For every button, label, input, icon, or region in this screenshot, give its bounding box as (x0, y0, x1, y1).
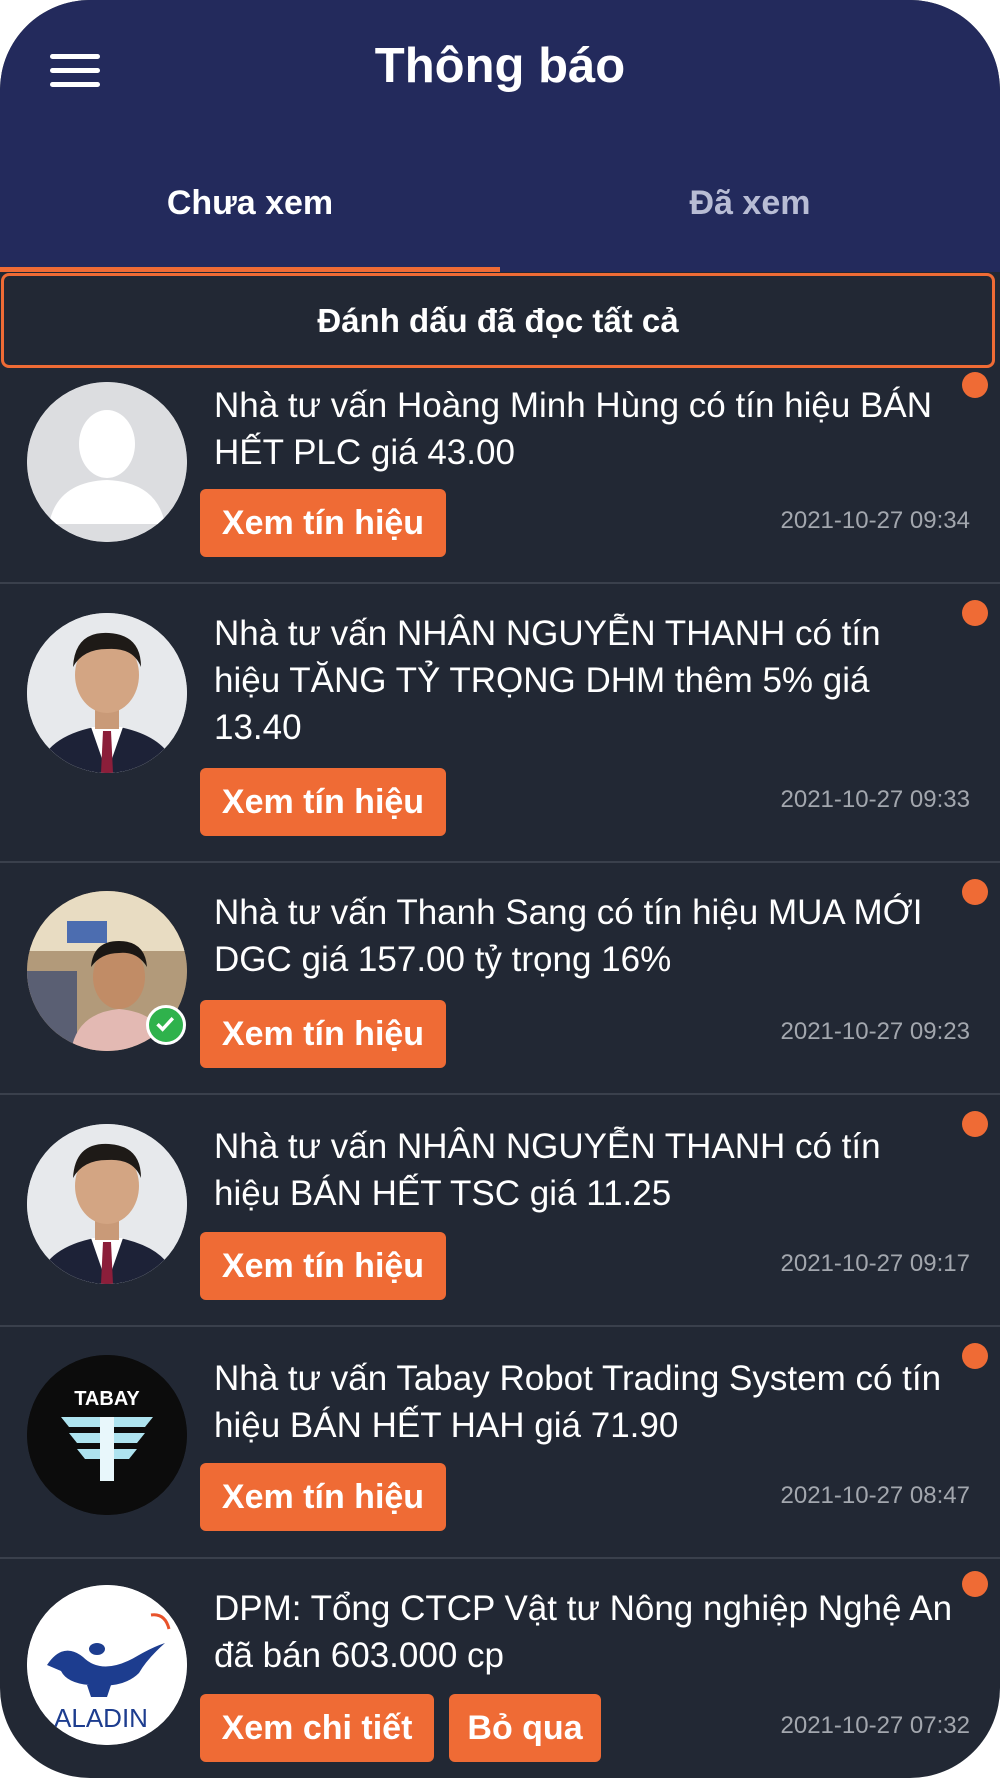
notification-item[interactable]: ALADIN DPM: Tổng CTCP Vật tư Nông nghiệp… (0, 1559, 1000, 1778)
tabay-logo-avatar: TABAY (27, 1355, 187, 1515)
page-title: Thông báo (374, 39, 626, 93)
person-photo-icon (27, 1124, 187, 1284)
unread-dot (962, 1343, 988, 1369)
unread-dot (962, 879, 988, 905)
app-header: Thông báo Chưa xem Đã xem (0, 0, 1000, 272)
notification-text: Nhà tư vấn NHÂN NGUYỄN THANH có tín hiệu… (214, 614, 881, 747)
notification-time: 2021-10-27 09:17 (780, 1250, 971, 1277)
view-detail-button[interactable]: Xem chi tiết (200, 1694, 434, 1762)
view-signal-button[interactable]: Xem tín hiệu (200, 1463, 446, 1531)
unread-dot (962, 372, 988, 398)
tabay-logo-icon: TABAY (27, 1355, 187, 1515)
advisor-avatar (27, 613, 187, 773)
notification-text: Nhà tư vấn Tabay Robot Trading System có… (214, 1359, 942, 1445)
verified-check-icon (146, 1005, 186, 1045)
notification-text: Nhà tư vấn NHÂN NGUYỄN THANH có tín hiệu… (214, 1127, 881, 1213)
notification-text: Nhà tư vấn Hoàng Minh Hùng có tín hiệu B… (214, 386, 932, 472)
notification-item[interactable]: Nhà tư vấn Hoàng Minh Hùng có tín hiệu B… (0, 370, 1000, 584)
svg-text:TABAY: TABAY (74, 1388, 140, 1410)
unread-dot (962, 600, 988, 626)
notification-item[interactable]: TABAY Nhà tư vấn Tabay Robot Trading Sys… (0, 1327, 1000, 1559)
aladin-lamp-logo-icon: ALADIN (27, 1585, 187, 1745)
tab-unread[interactable]: Chưa xem (0, 184, 500, 223)
tab-read[interactable]: Đã xem (500, 184, 1000, 223)
mark-all-read-button[interactable]: Đánh dấu đã đọc tất cả (1, 273, 995, 368)
aladin-logo-avatar: ALADIN (27, 1585, 187, 1745)
dismiss-button[interactable]: Bỏ qua (449, 1694, 601, 1762)
notification-text: Nhà tư vấn Thanh Sang có tín hiệu MUA MỚ… (214, 893, 923, 979)
notification-item[interactable]: Nhà tư vấn NHÂN NGUYỄN THANH có tín hiệu… (0, 584, 1000, 863)
view-signal-button[interactable]: Xem tín hiệu (200, 1000, 446, 1068)
default-user-avatar (27, 382, 187, 542)
notification-time: 2021-10-27 09:23 (780, 1018, 971, 1045)
view-signal-button[interactable]: Xem tín hiệu (200, 768, 446, 836)
view-signal-button[interactable]: Xem tín hiệu (200, 489, 446, 557)
active-tab-indicator (0, 267, 500, 272)
notification-item[interactable]: Nhà tư vấn NHÂN NGUYỄN THANH có tín hiệu… (0, 1095, 1000, 1327)
notification-time: 2021-10-27 09:33 (780, 786, 971, 813)
notification-time: 2021-10-27 09:34 (780, 507, 971, 534)
notification-time: 2021-10-27 07:32 (780, 1712, 971, 1739)
advisor-avatar (27, 1124, 187, 1284)
notifications-screen: Thông báo Chưa xem Đã xem Đánh dấu đã đọ… (0, 0, 1000, 1778)
user-silhouette-icon (27, 382, 187, 542)
unread-dot (962, 1571, 988, 1597)
notification-text: DPM: Tổng CTCP Vật tư Nông nghiệp Nghệ A… (214, 1589, 953, 1675)
person-photo-icon (27, 613, 187, 773)
svg-text:ALADIN: ALADIN (54, 1703, 148, 1733)
notification-item[interactable]: Nhà tư vấn Thanh Sang có tín hiệu MUA MỚ… (0, 863, 1000, 1095)
notification-time: 2021-10-27 08:47 (780, 1482, 971, 1509)
unread-dot (962, 1111, 988, 1137)
view-signal-button[interactable]: Xem tín hiệu (200, 1232, 446, 1300)
